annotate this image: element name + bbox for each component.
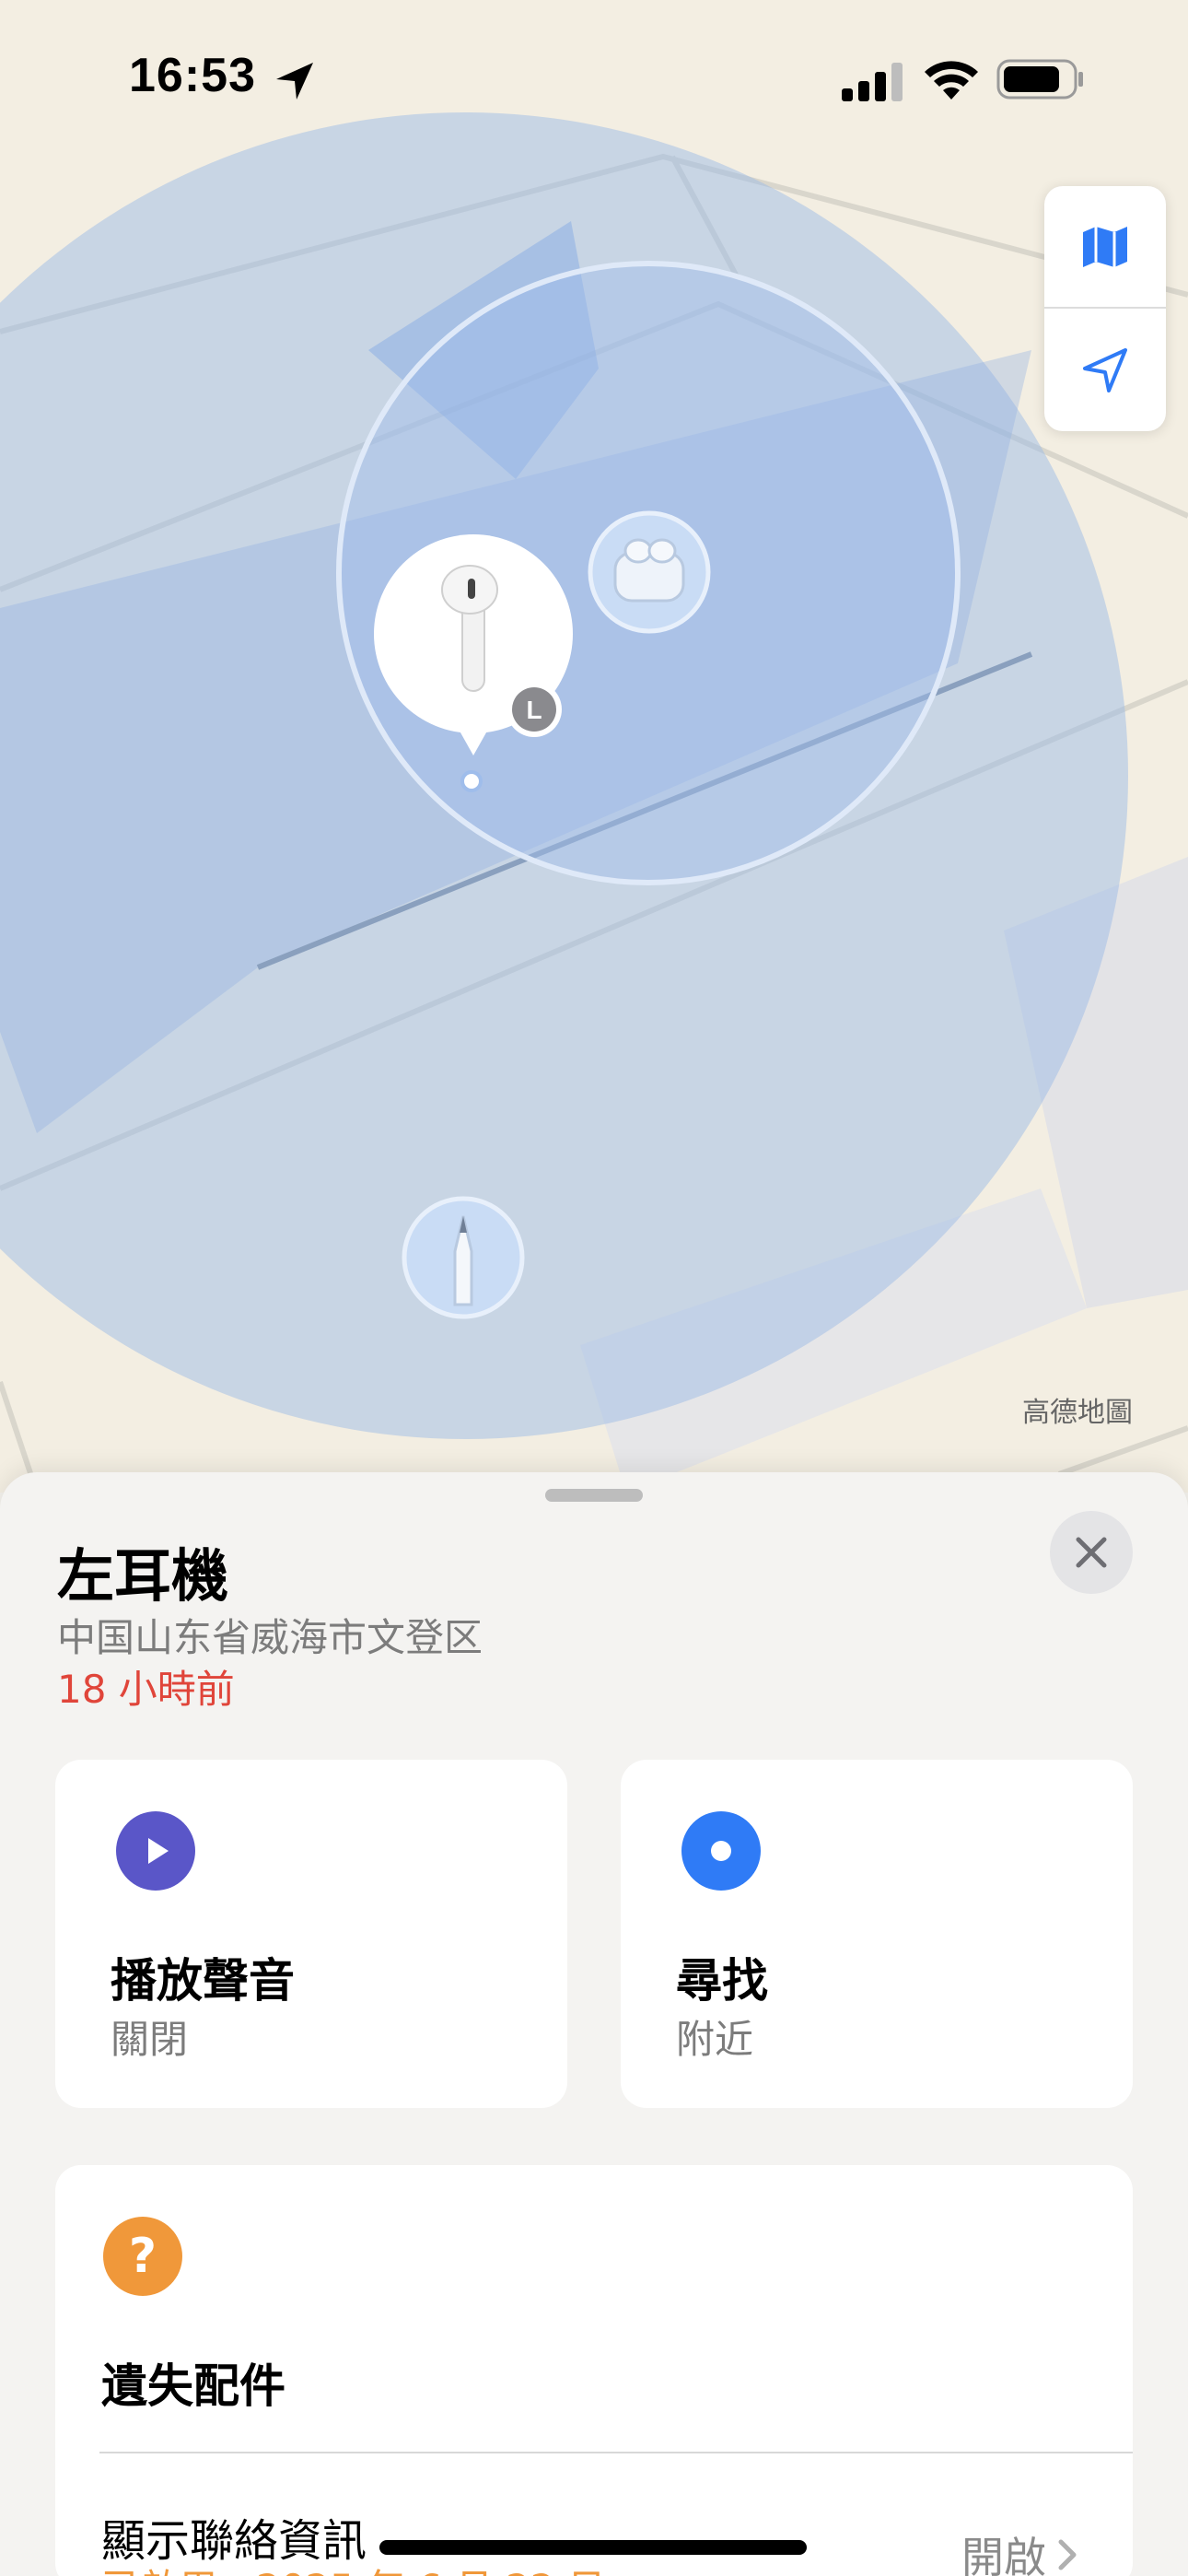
location-arrow-icon bbox=[276, 63, 313, 100]
map-background bbox=[0, 112, 1188, 1493]
lost-accessory-title: 遺失配件 bbox=[101, 2359, 285, 2413]
battery-icon bbox=[996, 59, 1083, 100]
question-mark-icon: ? bbox=[103, 2217, 182, 2296]
find-subtitle: 附近 bbox=[676, 2017, 754, 2062]
airpod-location-dot bbox=[460, 770, 483, 792]
sheet-grabber[interactable] bbox=[545, 1489, 643, 1502]
show-contact-info-row[interactable]: 開啟 bbox=[961, 2524, 1079, 2576]
status-bar: 16:53 bbox=[0, 0, 1188, 161]
chevron-right-icon bbox=[1058, 2539, 1077, 2570]
find-card[interactable]: 尋找 附近 bbox=[621, 1760, 1133, 2108]
item-location: 中国山东省威海市文登区 bbox=[57, 1615, 483, 1660]
status-time: 16:53 bbox=[129, 49, 256, 102]
locate-me-icon bbox=[1083, 347, 1127, 392]
item-title: 左耳機 bbox=[57, 1542, 229, 1610]
contact-info-status: 開啟 bbox=[961, 2533, 1046, 2576]
map-mode-button[interactable] bbox=[1044, 186, 1166, 309]
item-detail-sheet: 左耳機 中国山东省威海市文登区 18 小時前 播放聲音 關閉 尋找 附近 ? 遺… bbox=[0, 1472, 1188, 2576]
contact-info-enabled-date: 已啟用：2025 年 6 月 22 日 bbox=[101, 2558, 606, 2576]
play-sound-card[interactable]: 播放聲音 關閉 bbox=[55, 1760, 567, 2108]
home-indicator[interactable] bbox=[379, 2540, 807, 2555]
locate-me-button[interactable] bbox=[1044, 309, 1166, 431]
map-mode-icon bbox=[1083, 226, 1127, 267]
cellular-signal-icon bbox=[842, 63, 903, 101]
map-attribution: 高德地圖 bbox=[1022, 1397, 1133, 1429]
map-view[interactable]: L 高德地圖 bbox=[0, 0, 1188, 1493]
wifi-icon bbox=[925, 61, 978, 100]
pencil-marker[interactable] bbox=[402, 1196, 525, 1319]
find-nearby-icon bbox=[681, 1811, 761, 1891]
play-sound-status: 關閉 bbox=[111, 2017, 189, 2062]
close-button[interactable] bbox=[1050, 1511, 1133, 1594]
airpods-case-marker[interactable] bbox=[588, 510, 711, 634]
find-title: 尋找 bbox=[676, 1954, 768, 2008]
item-last-seen: 18 小時前 bbox=[57, 1667, 235, 1712]
lost-accessory-card: ? 遺失配件 顯示聯絡資訊 已啟用：2025 年 6 月 22 日 開啟 bbox=[55, 2165, 1133, 2576]
play-icon bbox=[116, 1811, 195, 1891]
play-sound-title: 播放聲音 bbox=[111, 1954, 295, 2008]
close-icon bbox=[1076, 1537, 1107, 1568]
airpod-left-marker[interactable]: L bbox=[372, 533, 575, 763]
airpod-side-badge: L bbox=[526, 696, 542, 724]
map-controls bbox=[1044, 186, 1166, 431]
divider bbox=[99, 2452, 1133, 2453]
